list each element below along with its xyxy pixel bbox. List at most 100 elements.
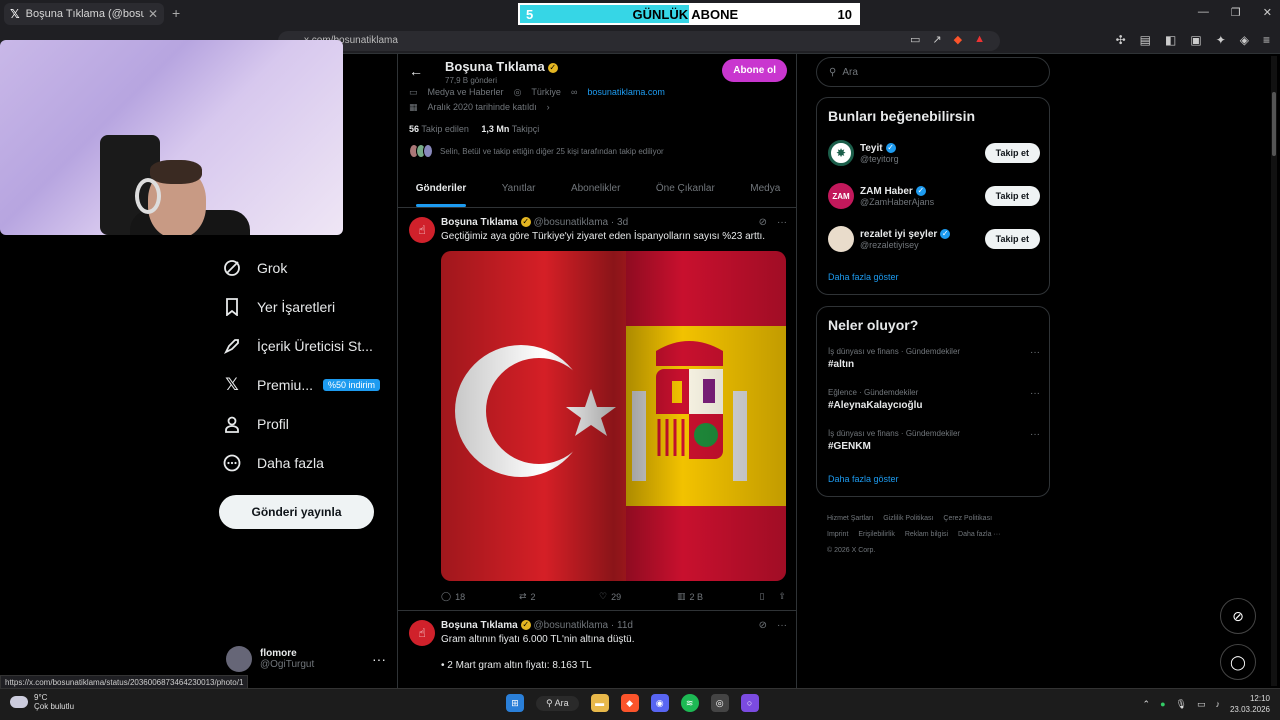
reader-icon[interactable]: ▤: [1140, 33, 1151, 47]
brave-shield-icon[interactable]: ◆: [954, 33, 962, 46]
more-dots-icon[interactable]: ···: [777, 217, 787, 228]
show-more-link[interactable]: Daha fazla göster: [828, 272, 899, 282]
followers-label[interactable]: Takipçi: [512, 124, 540, 134]
taskbar-search[interactable]: ⚲ Ara: [536, 695, 579, 711]
nav-item-bookmarks[interactable]: Yer İşaretleri: [222, 287, 380, 326]
obs-icon[interactable]: ○: [740, 694, 759, 712]
vpn-icon[interactable]: ◈: [1240, 33, 1249, 47]
suggestion-row[interactable]: ✸ Teyit ✓ @teyitorg Takip et: [828, 138, 1040, 168]
tab-media[interactable]: Medya: [750, 170, 780, 207]
clock[interactable]: 12:10 23.03.2026: [1230, 693, 1270, 715]
suggestion-row[interactable]: ZAM ZAM Haber ✓ @ZamHaberAjans Takip et: [828, 181, 1040, 211]
nav-item-profile[interactable]: Profil: [222, 404, 380, 443]
grok-icon[interactable]: ⊘: [759, 217, 767, 228]
messages-fab[interactable]: ◯: [1220, 644, 1256, 680]
app-icon[interactable]: ◎: [710, 694, 729, 712]
restore-icon[interactable]: ❐: [1231, 6, 1241, 19]
tweet-time[interactable]: · 11d: [611, 620, 633, 631]
more-dots-icon[interactable]: ···: [1030, 388, 1040, 399]
minimize-icon[interactable]: —: [1198, 6, 1209, 19]
monitor-icon[interactable]: ▭: [1197, 699, 1206, 710]
sidebar-icon[interactable]: ◧: [1165, 33, 1176, 47]
microphone-icon[interactable]: 🎙: [1176, 699, 1187, 710]
avatar[interactable]: ☝: [409, 217, 435, 243]
brave-browser-icon[interactable]: ◆: [620, 694, 639, 712]
followed-by[interactable]: Selin, Betül ve takip ettiğin diğer 25 k…: [409, 144, 664, 158]
bookmark-icon[interactable]: ▯: [760, 591, 765, 602]
close-tab-icon[interactable]: ✕: [148, 7, 158, 21]
followers-count[interactable]: 1,3 Mn: [481, 124, 509, 134]
volume-icon[interactable]: ♪: [1215, 699, 1220, 709]
grok-icon[interactable]: ⊘: [759, 620, 767, 631]
windows-start-icon[interactable]: ⊞: [506, 694, 524, 712]
views-button[interactable]: ▥ 2 B: [677, 591, 755, 602]
follow-button[interactable]: Takip et: [984, 229, 1040, 249]
scrollbar-thumb[interactable]: [1272, 92, 1276, 156]
footer-link[interactable]: Reklam bilgisi: [905, 531, 948, 538]
extensions-icon[interactable]: ✣: [1116, 33, 1126, 47]
new-tab-icon[interactable]: +: [172, 5, 180, 21]
grok-fab[interactable]: ⊘: [1220, 598, 1256, 634]
show-more-link[interactable]: Daha fazla göster: [828, 474, 899, 484]
discord-icon[interactable]: ◉: [650, 694, 669, 712]
like-button[interactable]: ♡ 29: [599, 591, 677, 602]
footer-link[interactable]: Çerez Politikası: [943, 515, 992, 522]
tab-highlights[interactable]: Öne Çıkanlar: [656, 170, 715, 207]
tab-subscriptions[interactable]: Abonelikler: [571, 170, 620, 207]
footer-link[interactable]: Hizmet Şartları: [827, 515, 873, 522]
file-explorer-icon[interactable]: ▬: [590, 694, 609, 712]
browser-tab[interactable]: 𝕏 Boşuna Tıklama (@bosunatiklama ✕: [4, 3, 164, 25]
tweet-handle[interactable]: @bosunatiklama: [533, 217, 608, 228]
tweet-author[interactable]: Boşuna Tıklama: [441, 217, 518, 228]
following-label[interactable]: Takip edilen: [421, 124, 469, 134]
spotify-icon[interactable]: ≋: [680, 694, 699, 712]
trend-item[interactable]: İş dünyası ve finans · Gündemdekiler #al…: [828, 347, 1040, 370]
weather-widget[interactable]: 9°C Çok bulutlu: [10, 693, 74, 711]
suggestion-row[interactable]: rezalet iyi şeyler ✓ @rezaletiyisey Takip…: [828, 224, 1040, 254]
cast-icon[interactable]: ▭: [910, 33, 920, 46]
nav-item-grok[interactable]: Grok: [222, 248, 380, 287]
search-input[interactable]: ⚲ Ara: [816, 57, 1050, 87]
more-dots-icon[interactable]: ···: [1030, 429, 1040, 440]
trend-item[interactable]: İş dünyası ve finans · Gündemdekiler #GE…: [828, 429, 1040, 452]
profile-website[interactable]: bosunatiklama.com: [587, 87, 665, 98]
following-count[interactable]: 56: [409, 124, 419, 134]
chevron-up-icon[interactable]: ⌃: [1143, 699, 1151, 710]
footer-link[interactable]: Erişilebilirlik: [858, 531, 895, 538]
nav-item-premium[interactable]: 𝕏 Premiu... %50 indirim: [222, 365, 381, 404]
reply-button[interactable]: ◯ 18: [441, 591, 519, 602]
trend-item[interactable]: Eğlence · Gündemdekiler #AleynaKalaycıoğ…: [828, 388, 1040, 411]
share-icon[interactable]: ↗: [932, 33, 941, 46]
leo-ai-icon[interactable]: ✦: [1216, 33, 1226, 47]
account-switcher[interactable]: flomore @OgiTurgut ···: [226, 644, 386, 674]
footer-link[interactable]: Imprint: [827, 531, 848, 538]
tweet[interactable]: ☝ Boşuna Tıklama ✓ @bosunatiklama · 11d ⊘…: [398, 612, 796, 688]
nav-item-more[interactable]: Daha fazla: [222, 443, 380, 482]
more-dots-icon[interactable]: ···: [777, 620, 787, 631]
menu-icon[interactable]: ≡: [1263, 33, 1270, 47]
footer-link[interactable]: Daha fazla ···: [958, 531, 1000, 538]
back-arrow-icon[interactable]: ←: [409, 63, 423, 79]
status-dot-icon[interactable]: ●: [1160, 699, 1165, 709]
subscribe-button[interactable]: Abone ol: [722, 59, 787, 82]
address-bar[interactable]: x.com/bosunatiklama: [278, 31, 1000, 51]
share-icon[interactable]: ⇪: [778, 591, 786, 602]
tweet-handle[interactable]: @bosunatiklama: [533, 620, 608, 631]
follow-button[interactable]: Takip et: [984, 186, 1040, 206]
close-window-icon[interactable]: ✕: [1263, 6, 1272, 19]
tweet[interactable]: ☝ Boşuna Tıklama ✓ @bosunatiklama · 3d ⊘ …: [398, 209, 796, 611]
tab-replies[interactable]: Yanıtlar: [502, 170, 536, 207]
more-dots-icon[interactable]: ···: [372, 651, 386, 667]
post-button[interactable]: Gönderi yayınla: [219, 495, 374, 529]
tweet-image-flags[interactable]: [441, 251, 786, 581]
brave-rewards-icon[interactable]: ▲: [974, 33, 985, 46]
tweet-time[interactable]: · 3d: [611, 217, 628, 228]
retweet-button[interactable]: ⇄ 2: [519, 591, 599, 602]
nav-item-creator-studio[interactable]: İçerik Üreticisi St...: [222, 326, 380, 365]
more-dots-icon[interactable]: ···: [1030, 347, 1040, 358]
footer-link[interactable]: Gizlilik Politikası: [883, 515, 933, 522]
avatar[interactable]: ☝: [409, 620, 435, 646]
wallet-icon[interactable]: ▣: [1190, 33, 1201, 47]
tab-posts[interactable]: Gönderiler: [415, 170, 466, 207]
follow-button[interactable]: Takip et: [984, 143, 1040, 163]
